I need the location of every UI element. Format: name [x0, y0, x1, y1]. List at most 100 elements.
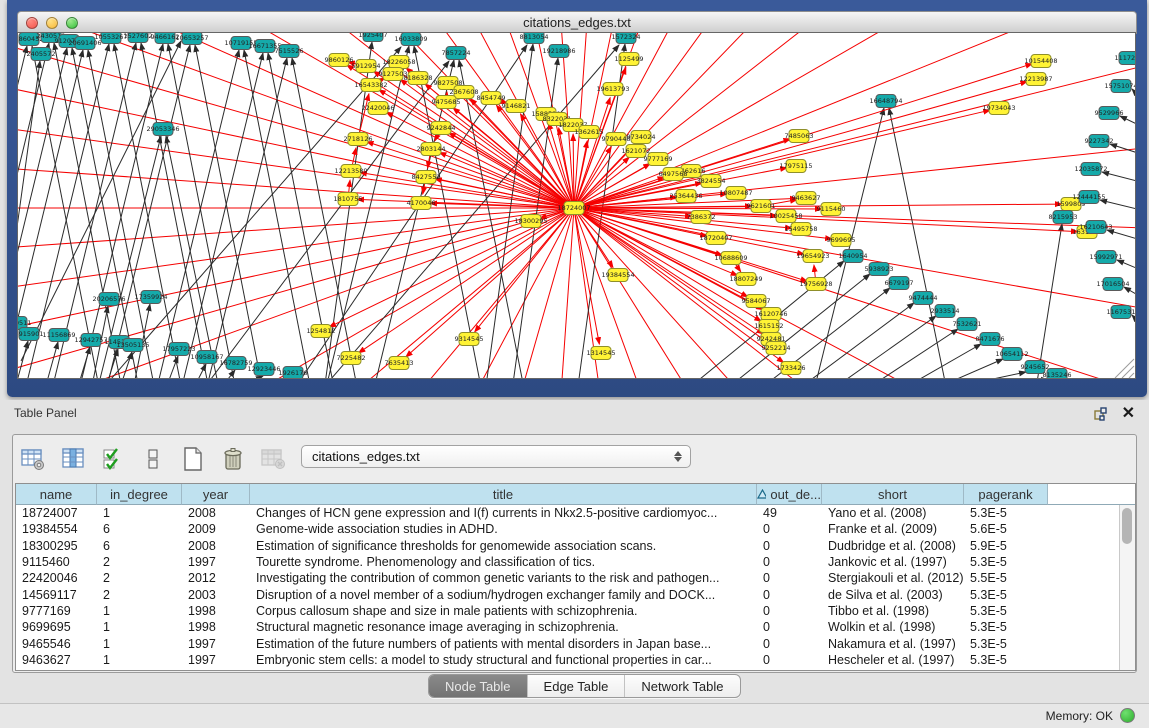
table-row[interactable]: 1830029562008Estimation of significance … [16, 538, 1135, 554]
network-node[interactable]: 9115460 [817, 203, 846, 216]
network-node[interactable]: 19654923 [796, 250, 829, 263]
column-header-year[interactable]: year [182, 484, 250, 505]
network-node[interactable]: 1125499 [615, 53, 644, 66]
network-node[interactable]: 18720407 [699, 232, 732, 245]
network-node[interactable]: 9314545 [455, 333, 484, 346]
table-row[interactable]: 1872400712008Changes of HCN gene express… [16, 505, 1135, 521]
network-node[interactable]: 9242844 [427, 122, 456, 135]
table-row[interactable]: 1938455462009Genome-wide association stu… [16, 521, 1135, 537]
tab-edge-table[interactable]: Edge Table [528, 675, 626, 697]
tab-network-table[interactable]: Network Table [625, 675, 739, 697]
network-node[interactable]: 12213987 [1019, 73, 1052, 86]
network-node[interactable]: 20206576 [92, 293, 125, 306]
memory-status-icon[interactable] [1120, 708, 1135, 723]
table-mode-icon[interactable] [19, 445, 47, 473]
network-node[interactable]: 19384554 [601, 269, 634, 282]
close-panel-icon[interactable]: ✕ [1122, 403, 1135, 423]
network-node[interactable]: 8186328 [404, 72, 433, 85]
network-node[interactable]: 18226058 [382, 56, 415, 69]
network-node[interactable]: 9621601 [747, 200, 776, 213]
network-node[interactable]: 17975115 [779, 160, 812, 173]
network-node[interactable]: 1926176 [279, 367, 308, 380]
network-node[interactable]: 19756928 [799, 278, 832, 291]
network-node[interactable]: 9860126 [325, 54, 354, 67]
network-node[interactable]: 7532621 [953, 318, 982, 331]
network-node[interactable]: 9463627 [792, 192, 821, 205]
network-node[interactable]: 8135246 [1043, 369, 1072, 380]
network-node[interactable]: 1527602 [124, 33, 153, 43]
network-node[interactable]: 16033809 [394, 33, 427, 46]
network-node[interactable]: 13505135 [116, 339, 149, 352]
network-node[interactable]: 17359924 [134, 291, 167, 304]
network-node[interactable]: 8471676 [976, 333, 1005, 346]
network-node[interactable]: 4170046 [407, 197, 436, 210]
network-node[interactable]: 3915901 [18, 328, 43, 341]
network-node[interactable]: 5938923 [865, 263, 894, 276]
network-node[interactable]: 18300295 [514, 215, 547, 228]
network-node[interactable]: 7485063 [785, 130, 814, 143]
network-node[interactable]: 12942757 [74, 334, 107, 347]
column-header-name[interactable]: name [16, 484, 97, 505]
network-node[interactable]: 18807249 [729, 273, 762, 286]
delete-table-icon[interactable] [259, 445, 287, 473]
network-node[interactable]: 7515526 [275, 45, 304, 58]
network-node[interactable]: 12213589 [334, 165, 367, 178]
table-scrollbar-thumb[interactable] [1122, 508, 1132, 544]
network-node[interactable]: 2718126 [344, 133, 373, 146]
column-header-pagerank[interactable]: pagerank [964, 484, 1048, 505]
network-node[interactable]: 10807487 [719, 187, 752, 200]
network-node[interactable]: 1615152 [755, 320, 784, 333]
network-node[interactable]: 9734024 [627, 131, 656, 144]
network-node[interactable]: 8215953 [1049, 211, 1078, 224]
network-node[interactable]: 10025458 [769, 210, 802, 223]
table-selector-dropdown[interactable]: citations_edges.txt [301, 445, 691, 468]
network-node[interactable]: 29053346 [146, 123, 179, 136]
network-node[interactable]: 3824554 [697, 175, 726, 188]
network-node[interactable]: 9475685 [432, 96, 461, 109]
network-node[interactable]: 16648794 [869, 95, 902, 108]
network-node[interactable]: 15992971 [1089, 251, 1122, 264]
network-node[interactable]: 12923446 [247, 363, 280, 376]
network-node[interactable]: 2803144 [417, 143, 446, 156]
cells-icon[interactable] [139, 445, 167, 473]
network-node[interactable]: 1572324 [612, 33, 641, 44]
network-node[interactable]: 1733426 [777, 362, 806, 375]
network-node[interactable]: 1810755 [334, 193, 363, 206]
network-node[interactable]: 7857224 [442, 47, 471, 60]
network-node[interactable]: 15751074 [1104, 80, 1136, 93]
network-node[interactable]: 12035872 [1074, 163, 1107, 176]
delete-column-icon[interactable] [219, 445, 247, 473]
network-node[interactable]: 22420046 [361, 102, 394, 115]
table-row[interactable]: 969969511998Structural magnetic resonanc… [16, 619, 1135, 635]
network-node[interactable]: 9529966 [1095, 107, 1124, 120]
network-node[interactable]: 6679197 [885, 277, 914, 290]
network-node[interactable]: 9146821 [502, 100, 531, 113]
network-node[interactable]: 9584067 [742, 295, 771, 308]
row-select-icon[interactable] [99, 445, 127, 473]
network-node[interactable]: 1640954 [839, 250, 868, 263]
table-row[interactable]: 946362711997Embryonic stem cells: a mode… [16, 652, 1135, 668]
network-node[interactable]: 16543382 [354, 79, 387, 92]
network-node[interactable]: 11156869 [42, 329, 75, 342]
table-row[interactable]: 1456911722003Disruption of a novel membe… [16, 586, 1135, 602]
table-scrollbar[interactable] [1119, 505, 1135, 670]
network-node[interactable]: 1362615 [575, 126, 604, 139]
column-header-title[interactable]: title [250, 484, 757, 505]
new-column-icon[interactable] [179, 445, 207, 473]
network-canvas[interactable]: 1872400798601265912954182260589127503165… [17, 32, 1136, 379]
network-window-titlebar[interactable]: citations_edges.txt [17, 11, 1137, 34]
network-node[interactable]: 8813054 [520, 33, 549, 44]
network-node[interactable]: 2933514 [931, 305, 960, 318]
float-panel-icon[interactable] [1093, 406, 1109, 422]
network-node[interactable]: 9777169 [644, 153, 673, 166]
table-row[interactable]: 946554611997Estimation of the future num… [16, 635, 1135, 651]
network-node[interactable]: 9474444 [909, 292, 938, 305]
network-node[interactable]: 7225482 [337, 352, 366, 365]
network-node[interactable]: 1117254 [1115, 52, 1136, 65]
column-header-in_degree[interactable]: in_degree [97, 484, 182, 505]
network-node[interactable]: 5912954 [352, 60, 381, 73]
tab-node-table[interactable]: Node Table [429, 675, 528, 697]
table-row[interactable]: 2242004622012Investigating the contribut… [16, 570, 1135, 586]
network-node[interactable]: 19613793 [596, 83, 629, 96]
network-node[interactable]: 9252214 [762, 342, 791, 355]
